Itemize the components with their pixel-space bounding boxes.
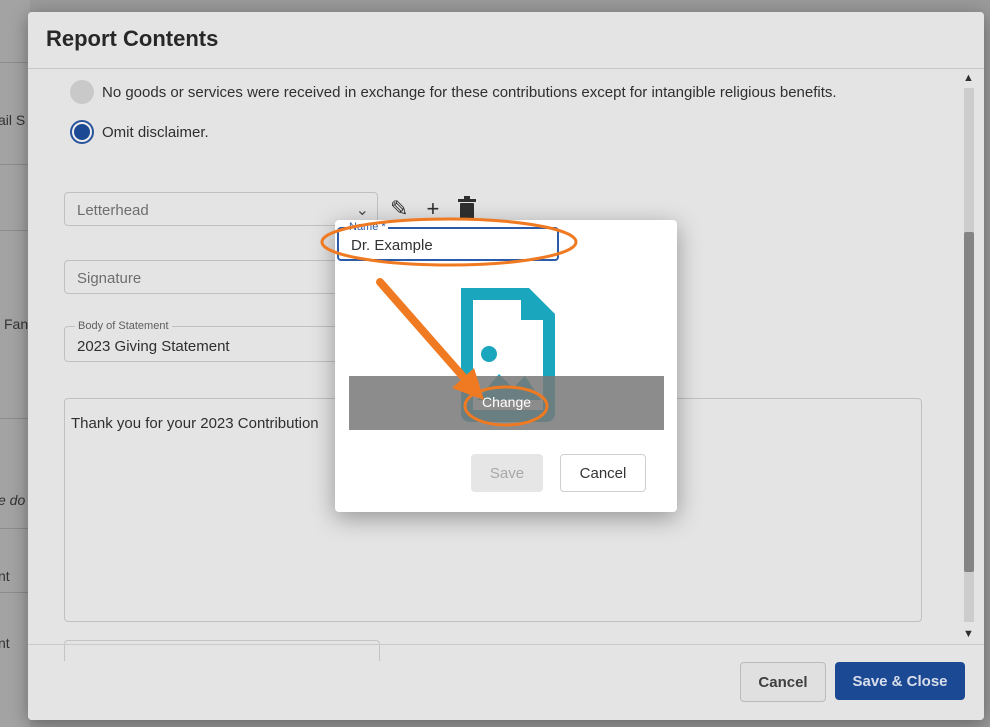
background-divider: [0, 230, 30, 231]
modal-cancel-button[interactable]: Cancel: [560, 454, 646, 492]
background-divider: [0, 418, 30, 419]
name-input[interactable]: Name * Dr. Example: [337, 221, 559, 261]
change-button[interactable]: Change: [349, 394, 664, 410]
background-divider: [0, 528, 30, 529]
background-text: e do: [0, 492, 26, 508]
name-value: Dr. Example: [351, 237, 433, 254]
background-text: ail S: [0, 112, 26, 128]
image-preview[interactable]: Change: [349, 280, 664, 430]
background-divider: [0, 164, 30, 165]
background-text: nt: [0, 568, 10, 584]
signature-name-modal: Name * Dr. Example Change Save Cancel: [335, 220, 677, 512]
background-divider: [0, 62, 30, 63]
background-column: [0, 0, 30, 727]
background-text: nt: [0, 635, 10, 651]
name-label: Name *: [347, 221, 388, 233]
save-button[interactable]: Save: [471, 454, 543, 492]
background-divider: [0, 592, 30, 593]
background-text: Fan: [4, 316, 29, 332]
